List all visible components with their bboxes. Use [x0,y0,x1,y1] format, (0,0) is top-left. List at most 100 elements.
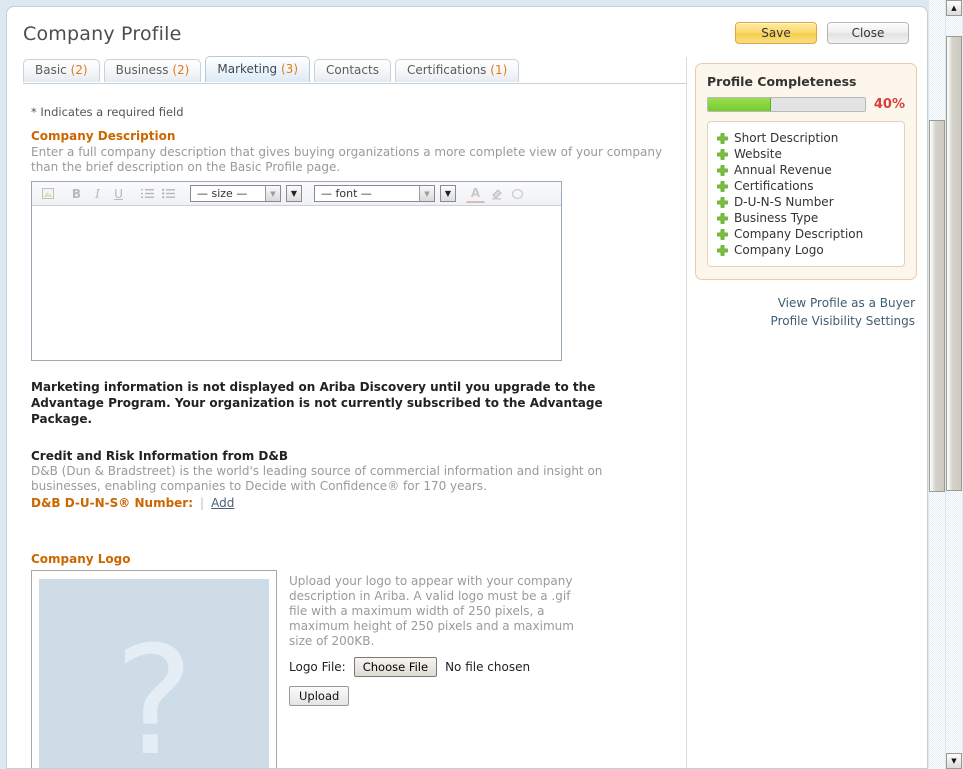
chevron-down-icon: ▼ [419,186,434,201]
scroll-up-arrow-icon[interactable]: ▲ [946,0,962,16]
column-divider [686,57,687,768]
tab-certifications-count: (1) [490,63,508,77]
duns-separator: | [200,496,205,510]
highlight-icon[interactable] [487,185,506,203]
font-size-select[interactable]: — size — ▼ [190,185,281,202]
required-field-note: * Indicates a required field [31,105,184,119]
header-actions: Save Close [735,22,909,44]
plus-icon [717,164,728,176]
logo-upload-description: Upload your logo to appear with your com… [289,574,574,648]
browser-scrollbar[interactable]: ▲ ▼ [946,0,962,769]
completeness-item-label: Company Description [734,227,864,241]
completeness-item-label: Company Logo [734,243,824,257]
completeness-item-label: Website [734,147,782,161]
company-description-editor: B I U — size — ▼ ▼ — font — ▼ ▼ A [31,181,562,361]
browser-scrollbar-thumb[interactable] [946,36,962,491]
tab-contacts[interactable]: Contacts [314,59,391,82]
tab-bar: Basic (2) Business (2) Marketing (3) Con… [23,56,523,82]
font-size-dropdown-arrow[interactable]: ▼ [286,185,302,202]
completeness-item[interactable]: Annual Revenue [717,162,895,178]
profile-visibility-settings-link[interactable]: Profile Visibility Settings [695,312,915,330]
tab-contacts-label: Contacts [326,63,379,77]
image-icon[interactable] [38,185,57,203]
plus-icon [717,196,728,208]
tab-certifications[interactable]: Certifications (1) [394,59,520,82]
font-color-icon[interactable]: A [466,185,485,203]
company-description-subtext: Enter a full company description that gi… [31,145,663,174]
right-sidebar: Profile Completeness 40% Short Descripti… [695,63,917,330]
company-logo-area: ? Upload your logo to appear with your c… [31,570,686,769]
sidebar-links: View Profile as a Buyer Profile Visibili… [695,294,917,330]
progress-row: 40% [707,97,905,112]
plus-icon [717,244,728,256]
company-description-textarea[interactable] [32,206,561,360]
completeness-item[interactable]: Website [717,146,895,162]
duns-add-link[interactable]: Add [211,496,234,510]
close-button[interactable]: Close [827,22,909,44]
question-mark-icon: ? [114,615,194,769]
completeness-item[interactable]: D-U-N-S Number [717,194,895,210]
tab-underline [23,83,686,84]
plus-icon [717,180,728,192]
plus-icon [717,148,728,160]
tab-basic-label: Basic [35,63,67,77]
main-content: * Indicates a required field Company Des… [23,91,686,769]
company-logo-heading: Company Logo [31,552,131,566]
completeness-item[interactable]: Short Description [717,130,895,146]
completeness-item-label: Short Description [734,131,839,145]
completeness-item-label: Business Type [734,211,819,225]
font-size-value: — size — [197,187,248,200]
completeness-item-label: Certifications [734,179,814,193]
unordered-list-icon[interactable] [159,185,178,203]
logo-preview-box: ? [31,570,277,769]
progress-percent-label: 40% [873,97,905,112]
page-scrollbar[interactable] [929,0,945,769]
tab-business[interactable]: Business (2) [103,59,202,82]
dnb-heading: Credit and Risk Information from D&B [31,449,288,463]
completeness-item[interactable]: Business Type [717,210,895,226]
tab-business-count: (2) [172,63,190,77]
italic-button[interactable]: I [88,185,107,203]
editor-toolbar: B I U — size — ▼ ▼ — font — ▼ ▼ A [32,182,561,206]
completeness-item-label: Annual Revenue [734,163,832,177]
page-scrollbar-thumb[interactable] [929,120,945,492]
upload-button[interactable]: Upload [289,686,350,706]
tab-marketing[interactable]: Marketing (3) [205,56,310,82]
completeness-item-list: Short Description Website Annual Revenue Ce… [707,121,905,267]
tab-certifications-label: Certifications [406,63,487,77]
tab-marketing-count: (3) [281,62,298,76]
page-card: Company Profile Save Close Basic (2) Bus… [6,6,928,769]
scroll-down-arrow-icon[interactable]: ▼ [946,753,962,769]
logo-upload-panel: Upload your logo to appear with your com… [289,570,589,706]
font-family-value: — font — [321,187,372,200]
choose-file-button[interactable]: Choose File [353,657,438,677]
tab-basic-count: (2) [70,63,88,77]
profile-completeness-title: Profile Completeness [707,74,857,89]
browser-window: Company Profile Save Close Basic (2) Bus… [0,0,963,769]
completeness-item-label: D-U-N-S Number [734,195,834,209]
duns-row: D&B D-U-N-S® Number: | Add [31,496,686,510]
completeness-item[interactable]: Company Logo [717,242,895,258]
eraser-icon[interactable] [508,185,527,203]
tab-basic[interactable]: Basic (2) [23,59,100,82]
dnb-body: D&B (Dun & Bradstreet) is the world's le… [31,464,603,493]
progress-bar-fill [708,98,771,111]
underline-button[interactable]: U [109,185,128,203]
logo-file-row: Logo File: Choose File No file chosen [289,657,589,677]
logo-placeholder: ? [39,579,269,769]
company-description-heading: Company Description [31,129,176,143]
ordered-list-icon[interactable] [138,185,157,203]
save-button[interactable]: Save [735,22,817,44]
plus-icon [717,228,728,240]
completeness-item[interactable]: Certifications [717,178,895,194]
view-profile-as-buyer-link[interactable]: View Profile as a Buyer [695,294,915,312]
font-family-dropdown-arrow[interactable]: ▼ [440,185,456,202]
chevron-down-icon: ▼ [265,186,280,201]
bold-button[interactable]: B [67,185,86,203]
tab-marketing-label: Marketing [217,62,278,76]
duns-label: D&B D-U-N-S® Number: [31,496,194,510]
progress-bar-track [707,97,866,112]
completeness-item[interactable]: Company Description [717,226,895,242]
plus-icon [717,212,728,224]
font-family-select[interactable]: — font — ▼ [314,185,435,202]
